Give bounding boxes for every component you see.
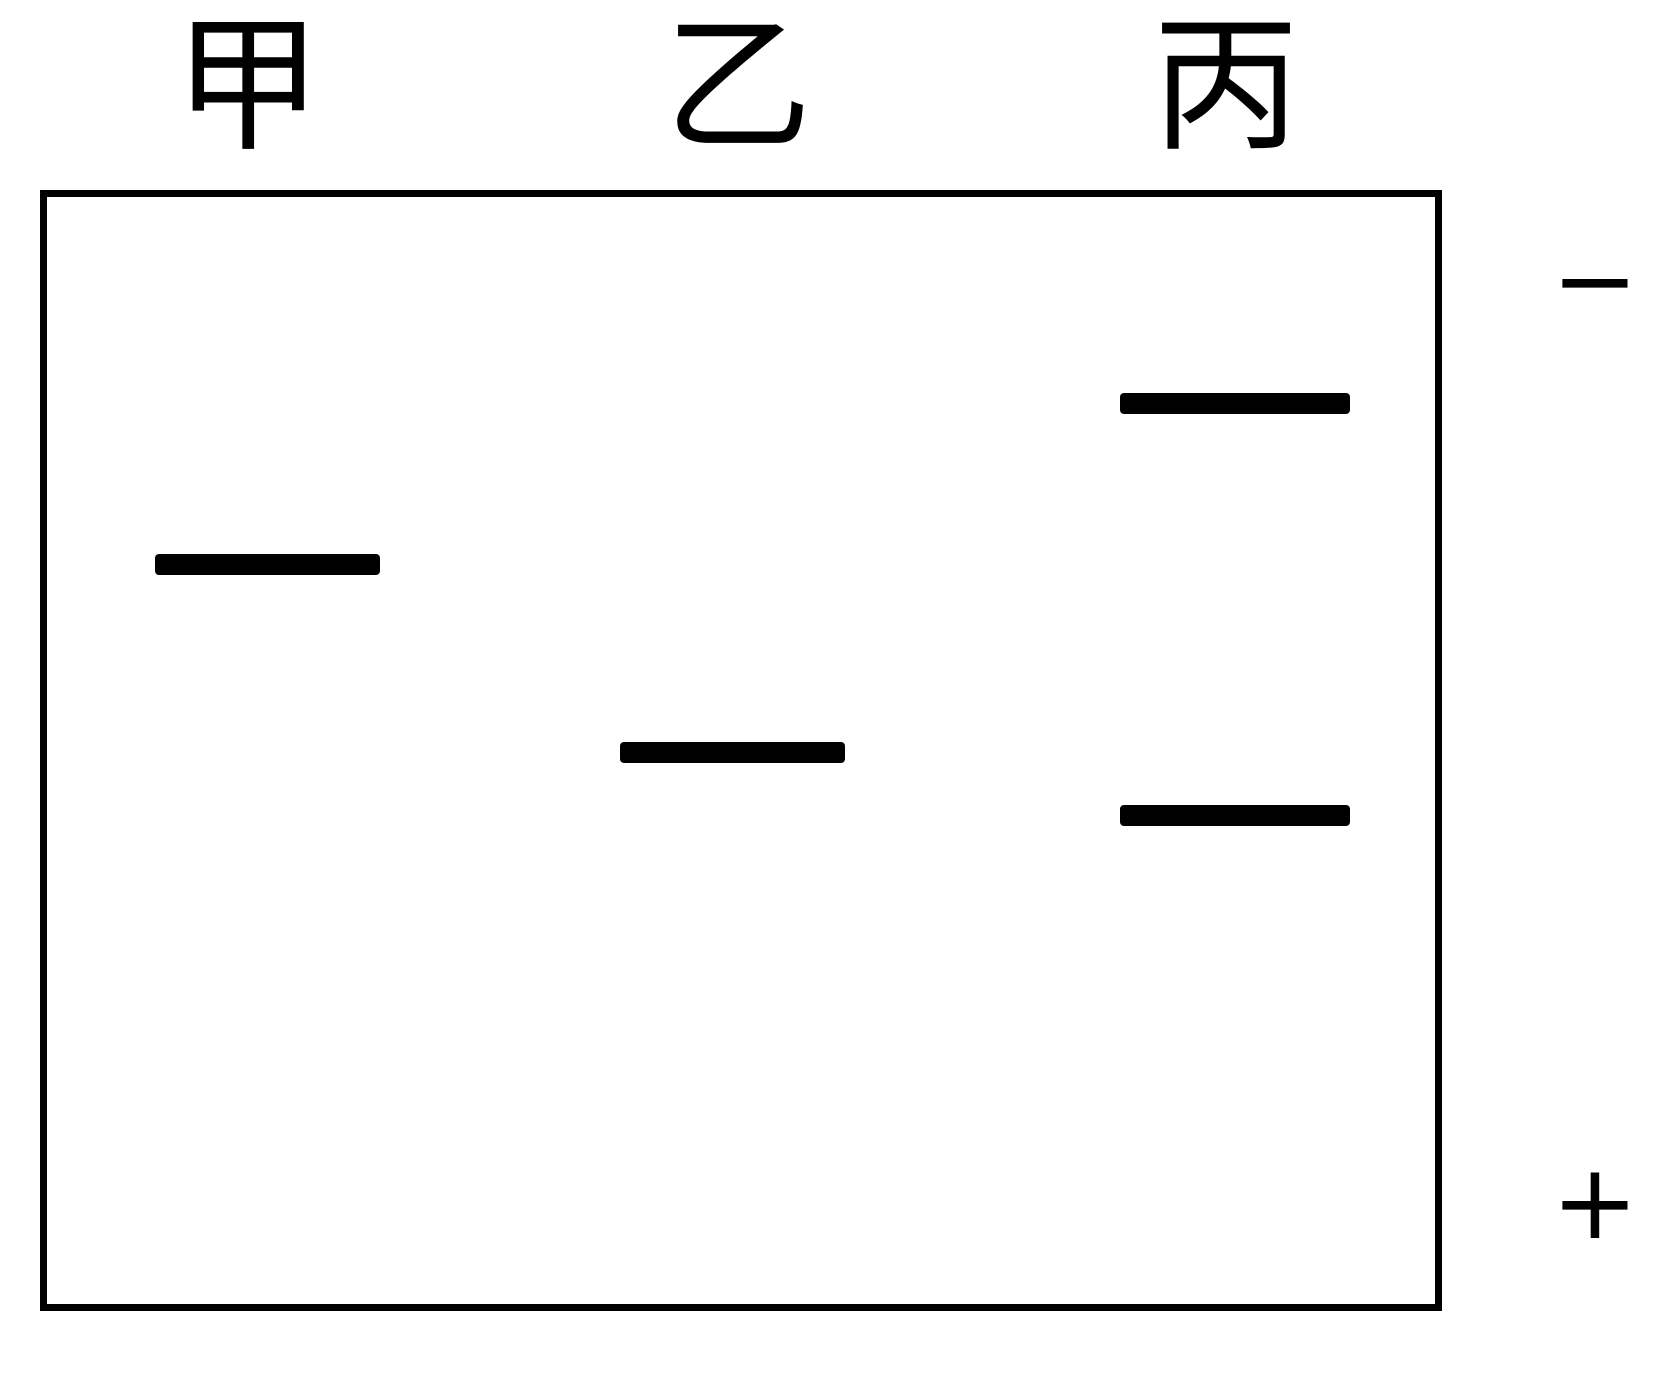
negative-electrode-label: −	[1551, 219, 1639, 341]
lane-label-bing: 丙	[1152, 0, 1300, 172]
band-lane-bing-upper	[1120, 393, 1350, 414]
lane-label-yi: 乙	[664, 0, 812, 172]
band-lane-bing-lower	[1120, 805, 1350, 826]
lane-label-jia: 甲	[174, 0, 322, 172]
band-lane-jia	[155, 554, 380, 575]
positive-electrode-label: +	[1551, 1141, 1639, 1263]
band-lane-yi	[620, 742, 845, 763]
